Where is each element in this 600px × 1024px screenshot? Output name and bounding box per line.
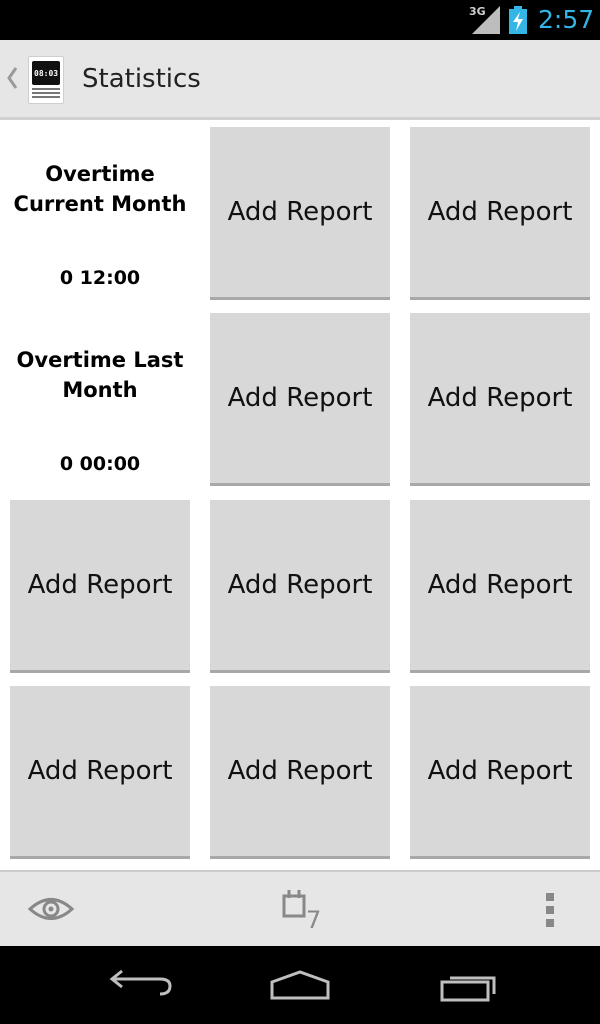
network-type-label: 3G xyxy=(469,5,486,18)
calendar-day-number: 7 xyxy=(306,906,322,934)
overflow-menu-icon[interactable] xyxy=(545,892,555,928)
bottom-action-bar: 7 xyxy=(0,870,600,946)
battery-charging-icon xyxy=(509,6,527,34)
add-report-button[interactable]: Add Report xyxy=(410,686,590,859)
stat-value: 0 00:00 xyxy=(59,453,141,475)
add-report-button[interactable]: Add Report xyxy=(10,686,190,859)
app-logo-icon[interactable]: 08:03 xyxy=(28,56,64,104)
add-report-button[interactable]: Add Report xyxy=(410,500,590,673)
app-logo-time: 08:03 xyxy=(34,69,59,78)
add-report-button[interactable]: Add Report xyxy=(210,686,390,859)
system-nav-bar xyxy=(0,946,600,1024)
report-grid: Overtime Current Month 0 12:00 Add Repor… xyxy=(0,120,600,870)
recent-apps-icon[interactable] xyxy=(430,964,510,1006)
up-caret-icon[interactable] xyxy=(6,66,18,90)
stat-title: Overtime Current Month xyxy=(13,162,187,216)
app-logo-screen: 08:03 xyxy=(32,61,60,85)
add-report-button[interactable]: Add Report xyxy=(210,313,390,486)
add-report-button[interactable]: Add Report xyxy=(410,127,590,300)
home-icon[interactable] xyxy=(260,964,340,1006)
calendar-icon[interactable]: 7 xyxy=(280,886,326,936)
action-bar: 08:03 Statistics xyxy=(0,40,600,120)
add-report-button[interactable]: Add Report xyxy=(210,127,390,300)
add-report-button[interactable]: Add Report xyxy=(10,500,190,673)
status-bar: 3G 2:57 xyxy=(0,0,600,40)
stat-overtime-last-month: Overtime Last Month 0 00:00 xyxy=(10,313,190,486)
add-report-button[interactable]: Add Report xyxy=(410,313,590,486)
eye-icon[interactable] xyxy=(28,894,74,924)
back-icon[interactable] xyxy=(100,964,180,1006)
stat-value: 0 12:00 xyxy=(59,267,141,289)
clock: 2:57 xyxy=(538,5,595,34)
app-logo-lines xyxy=(32,88,60,100)
stat-overtime-current-month: Overtime Current Month 0 12:00 xyxy=(10,127,190,300)
stat-title: Overtime Last Month xyxy=(16,348,184,402)
add-report-button[interactable]: Add Report xyxy=(210,500,390,673)
page-title: Statistics xyxy=(82,64,201,94)
